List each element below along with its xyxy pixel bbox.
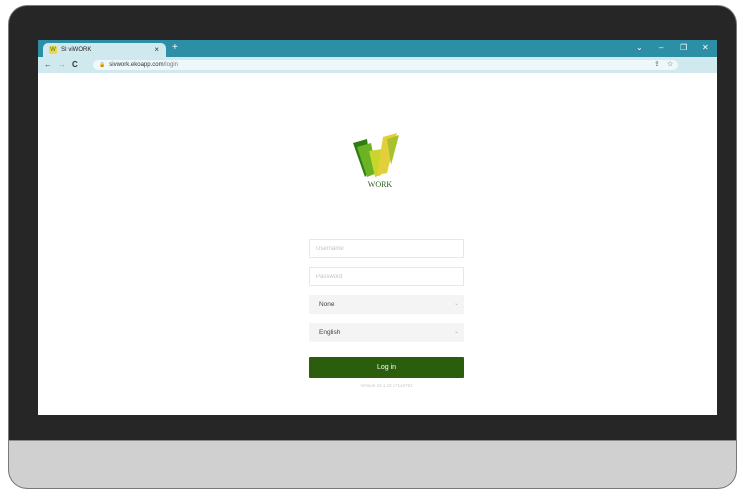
tab-bar: W SI viWORK × + ⌄ – ❐ ✕ — [38, 40, 717, 57]
company-select[interactable]: None ⌄ — [309, 295, 464, 314]
close-window-button[interactable]: ✕ — [702, 42, 709, 54]
reload-button[interactable]: C — [72, 60, 78, 70]
share-icon[interactable]: ⇪ — [654, 60, 660, 70]
monitor-frame: W SI viWORK × + ⌄ – ❐ ✕ ← → C 🔒 sivwork.… — [9, 6, 736, 488]
username-input[interactable] — [309, 239, 464, 258]
star-icon[interactable]: ☆ — [667, 60, 673, 70]
new-tab-button[interactable]: + — [172, 42, 178, 54]
address-bar[interactable]: 🔒 sivwork.ekoapp.com/login ⇪ ☆ — [93, 60, 678, 70]
tab-search-icon[interactable]: ⌄ — [636, 42, 643, 54]
chevron-down-icon: ⌄ — [453, 301, 459, 307]
restore-button[interactable]: ❐ — [680, 42, 687, 54]
version-text: Version 15.1.10 c71a4751 — [360, 383, 413, 388]
browser-toolbar: ← → C 🔒 sivwork.ekoapp.com/login ⇪ ☆ — [38, 57, 717, 73]
password-input[interactable] — [309, 267, 464, 286]
monitor-chin — [9, 440, 736, 488]
login-page: WORK None ⌄ English ⌄ Log in Version 15.… — [38, 73, 717, 415]
language-select-value: English — [319, 329, 341, 336]
tab-active[interactable]: W SI viWORK × — [43, 43, 166, 57]
login-button[interactable]: Log in — [309, 357, 464, 378]
language-select[interactable]: English ⌄ — [309, 323, 464, 342]
back-button[interactable]: ← — [44, 60, 52, 70]
lock-icon: 🔒 — [99, 62, 106, 68]
minimize-button[interactable]: – — [659, 42, 663, 54]
company-select-value: None — [319, 301, 335, 308]
viwork-logo-icon — [353, 133, 399, 177]
favicon-icon: W — [49, 46, 57, 54]
forward-button[interactable]: → — [58, 60, 66, 70]
browser-window: W SI viWORK × + ⌄ – ❐ ✕ ← → C 🔒 sivwork.… — [38, 40, 717, 415]
logo-wordmark: WORK — [367, 180, 393, 189]
tab-title: SI viWORK — [61, 47, 92, 53]
url-domain: sivwork.ekoapp.com — [109, 62, 164, 68]
url-path: /login — [163, 62, 178, 68]
url-text: sivwork.ekoapp.com/login — [109, 62, 178, 68]
tab-close-icon[interactable]: × — [154, 45, 159, 55]
chevron-down-icon: ⌄ — [453, 329, 459, 335]
